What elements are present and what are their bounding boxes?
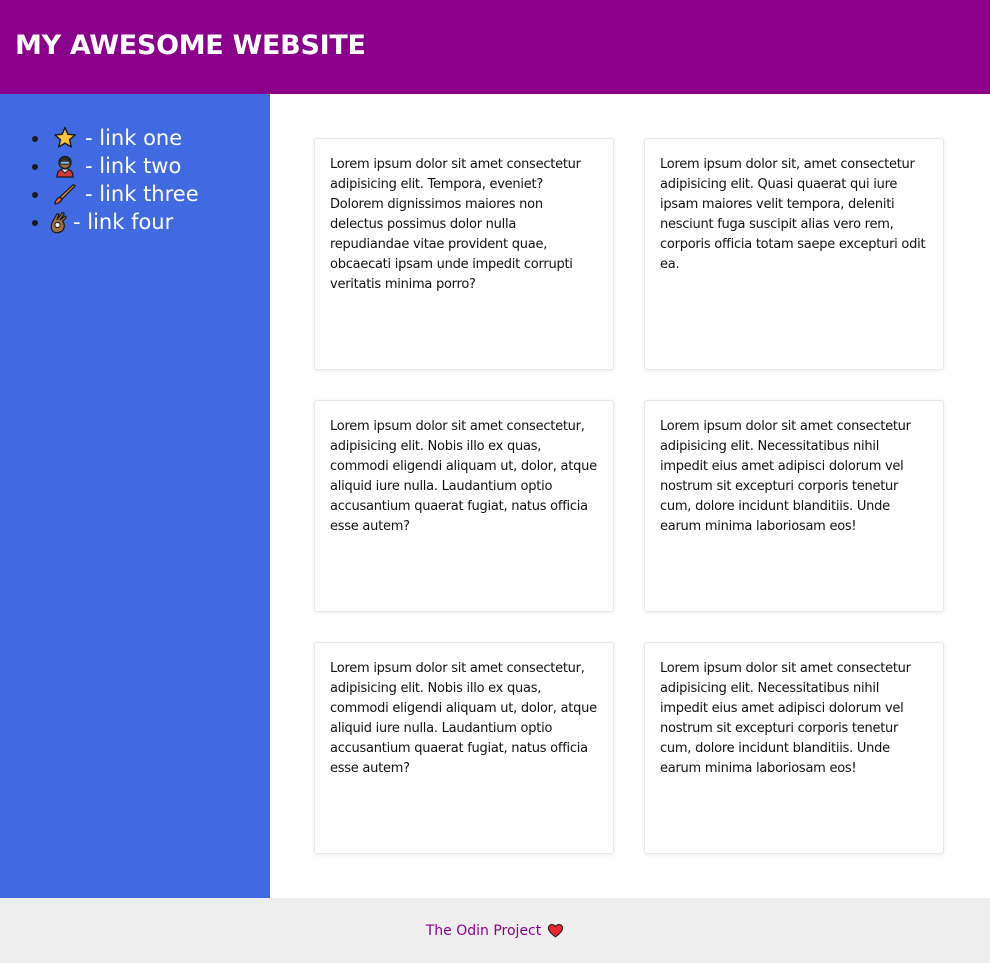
odin-project-link[interactable]: The Odin Project (426, 923, 542, 939)
list-bullet (32, 220, 38, 226)
card-text: Lorem ipsum dolor sit amet consectetur a… (660, 661, 911, 776)
paintbrush-icon (53, 182, 77, 206)
card-text: Lorem ipsum dolor sit amet consectetur a… (660, 419, 911, 534)
ok-hand-icon (47, 210, 71, 234)
sidebar-item-link-one[interactable]: - link one (32, 124, 199, 152)
sidebar-item-label: - link two (85, 154, 182, 178)
sidebar-item-link-two[interactable]: - link two (32, 152, 199, 180)
sidebar-item-label: - link four (73, 210, 174, 234)
content-card: Lorem ipsum dolor sit amet consectetur, … (314, 400, 614, 612)
heart-icon (547, 922, 564, 939)
sidebar-item-label: - link one (85, 126, 183, 150)
list-bullet (32, 164, 38, 170)
card-text: Lorem ipsum dolor sit amet consectetur, … (330, 661, 597, 776)
list-bullet (32, 136, 38, 142)
footer-credit: The Odin Project (426, 922, 565, 939)
card-text: Lorem ipsum dolor sit amet consectetur, … (330, 419, 597, 534)
star-icon (53, 126, 77, 150)
site-title: MY AWESOME WEBSITE (15, 30, 366, 61)
sidebar-link-list: - link one - link two - link three - lin… (32, 124, 199, 236)
card-text: Lorem ipsum dolor sit amet consectetur a… (330, 157, 581, 292)
sidebar: - link one - link two - link three - lin… (0, 94, 270, 898)
site-header: MY AWESOME WEBSITE (0, 0, 990, 94)
list-bullet (32, 192, 38, 198)
sidebar-item-link-three[interactable]: - link three (32, 180, 199, 208)
card-text: Lorem ipsum dolor sit, amet consectetur … (660, 157, 926, 272)
site-footer: The Odin Project (0, 898, 990, 963)
sidebar-item-label: - link three (85, 182, 199, 206)
content-card: Lorem ipsum dolor sit amet consectetur a… (314, 138, 614, 370)
content-card: Lorem ipsum dolor sit amet consectetur a… (644, 642, 944, 854)
content-card: Lorem ipsum dolor sit, amet consectetur … (644, 138, 944, 370)
person-icon (53, 154, 77, 178)
content-card: Lorem ipsum dolor sit amet consectetur, … (314, 642, 614, 854)
sidebar-item-link-four[interactable]: - link four (32, 208, 199, 236)
content-card: Lorem ipsum dolor sit amet consectetur a… (644, 400, 944, 612)
